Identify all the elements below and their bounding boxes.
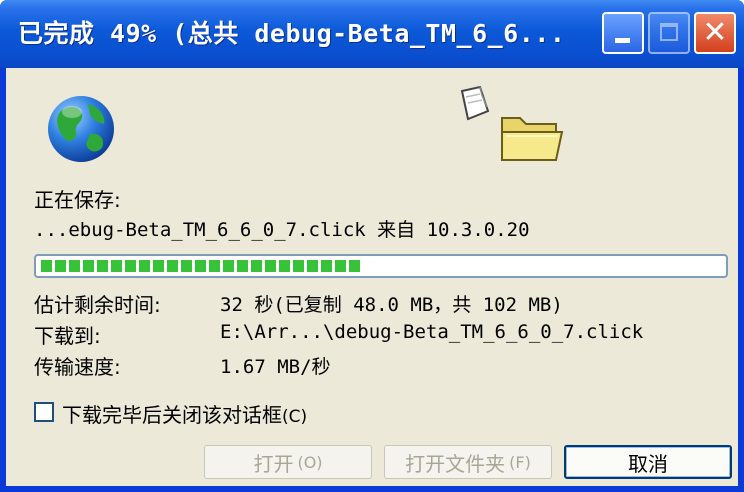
progress-fill: [41, 260, 363, 272]
close-when-done-label[interactable]: 下载完毕后关闭该对话框(C): [62, 399, 307, 428]
saving-file-text: ...ebug-Beta_TM_6_6_0_7.click 来自 10.3.0.…: [34, 219, 530, 241]
open-folder-button-accel: (F): [509, 452, 531, 472]
saving-label: 正在保存:: [34, 188, 121, 212]
paper-icon: [460, 85, 490, 121]
cancel-button-label: 取消: [628, 451, 668, 476]
dialog-body: 正在保存: ...ebug-Beta_TM_6_6_0_7.click 来自 1…: [6, 68, 738, 486]
open-button-label: 打开: [253, 451, 294, 476]
download-progress-bar: [34, 254, 728, 278]
close-button[interactable]: ✕: [694, 12, 736, 54]
close-icon: ✕: [702, 15, 728, 50]
maximize-button: [648, 12, 690, 54]
close-when-done-accel: (C): [282, 407, 308, 427]
globe-icon: [48, 96, 114, 162]
minimize-button[interactable]: [602, 12, 644, 54]
download-dialog-window: 已完成 49% (总共 debug-Beta_TM_6_6... ✕ 正在保存:…: [0, 0, 744, 492]
open-folder-button[interactable]: 打开文件夹 (F): [384, 445, 552, 479]
transfer-rate-value: 1.67 MB/秒: [220, 356, 331, 378]
time-remaining-label: 估计剩余时间:: [34, 293, 161, 317]
maximize-icon: [660, 23, 678, 41]
cancel-button[interactable]: 取消: [564, 445, 732, 479]
transfer-rate-label: 传输速度:: [34, 355, 121, 379]
close-when-done-checkbox[interactable]: [34, 402, 54, 422]
window-title: 已完成 49% (总共 debug-Beta_TM_6_6...: [18, 19, 566, 48]
download-to-label: 下载到:: [34, 324, 101, 348]
close-when-done-text: 下载完毕后关闭该对话框: [62, 403, 282, 427]
open-button-accel: (O): [297, 452, 323, 472]
open-button[interactable]: 打开 (O): [204, 445, 372, 479]
folder-icon: [501, 117, 564, 161]
open-folder-button-label: 打开文件夹: [405, 451, 506, 476]
download-to-value: E:\Arr...\debug-Beta_TM_6_6_0_7.click: [220, 321, 644, 343]
title-bar[interactable]: 已完成 49% (总共 debug-Beta_TM_6_6... ✕: [0, 0, 744, 68]
time-remaining-value: 32 秒(已复制 48.0 MB，共 102 MB): [220, 294, 563, 316]
minimize-icon: [615, 38, 630, 43]
